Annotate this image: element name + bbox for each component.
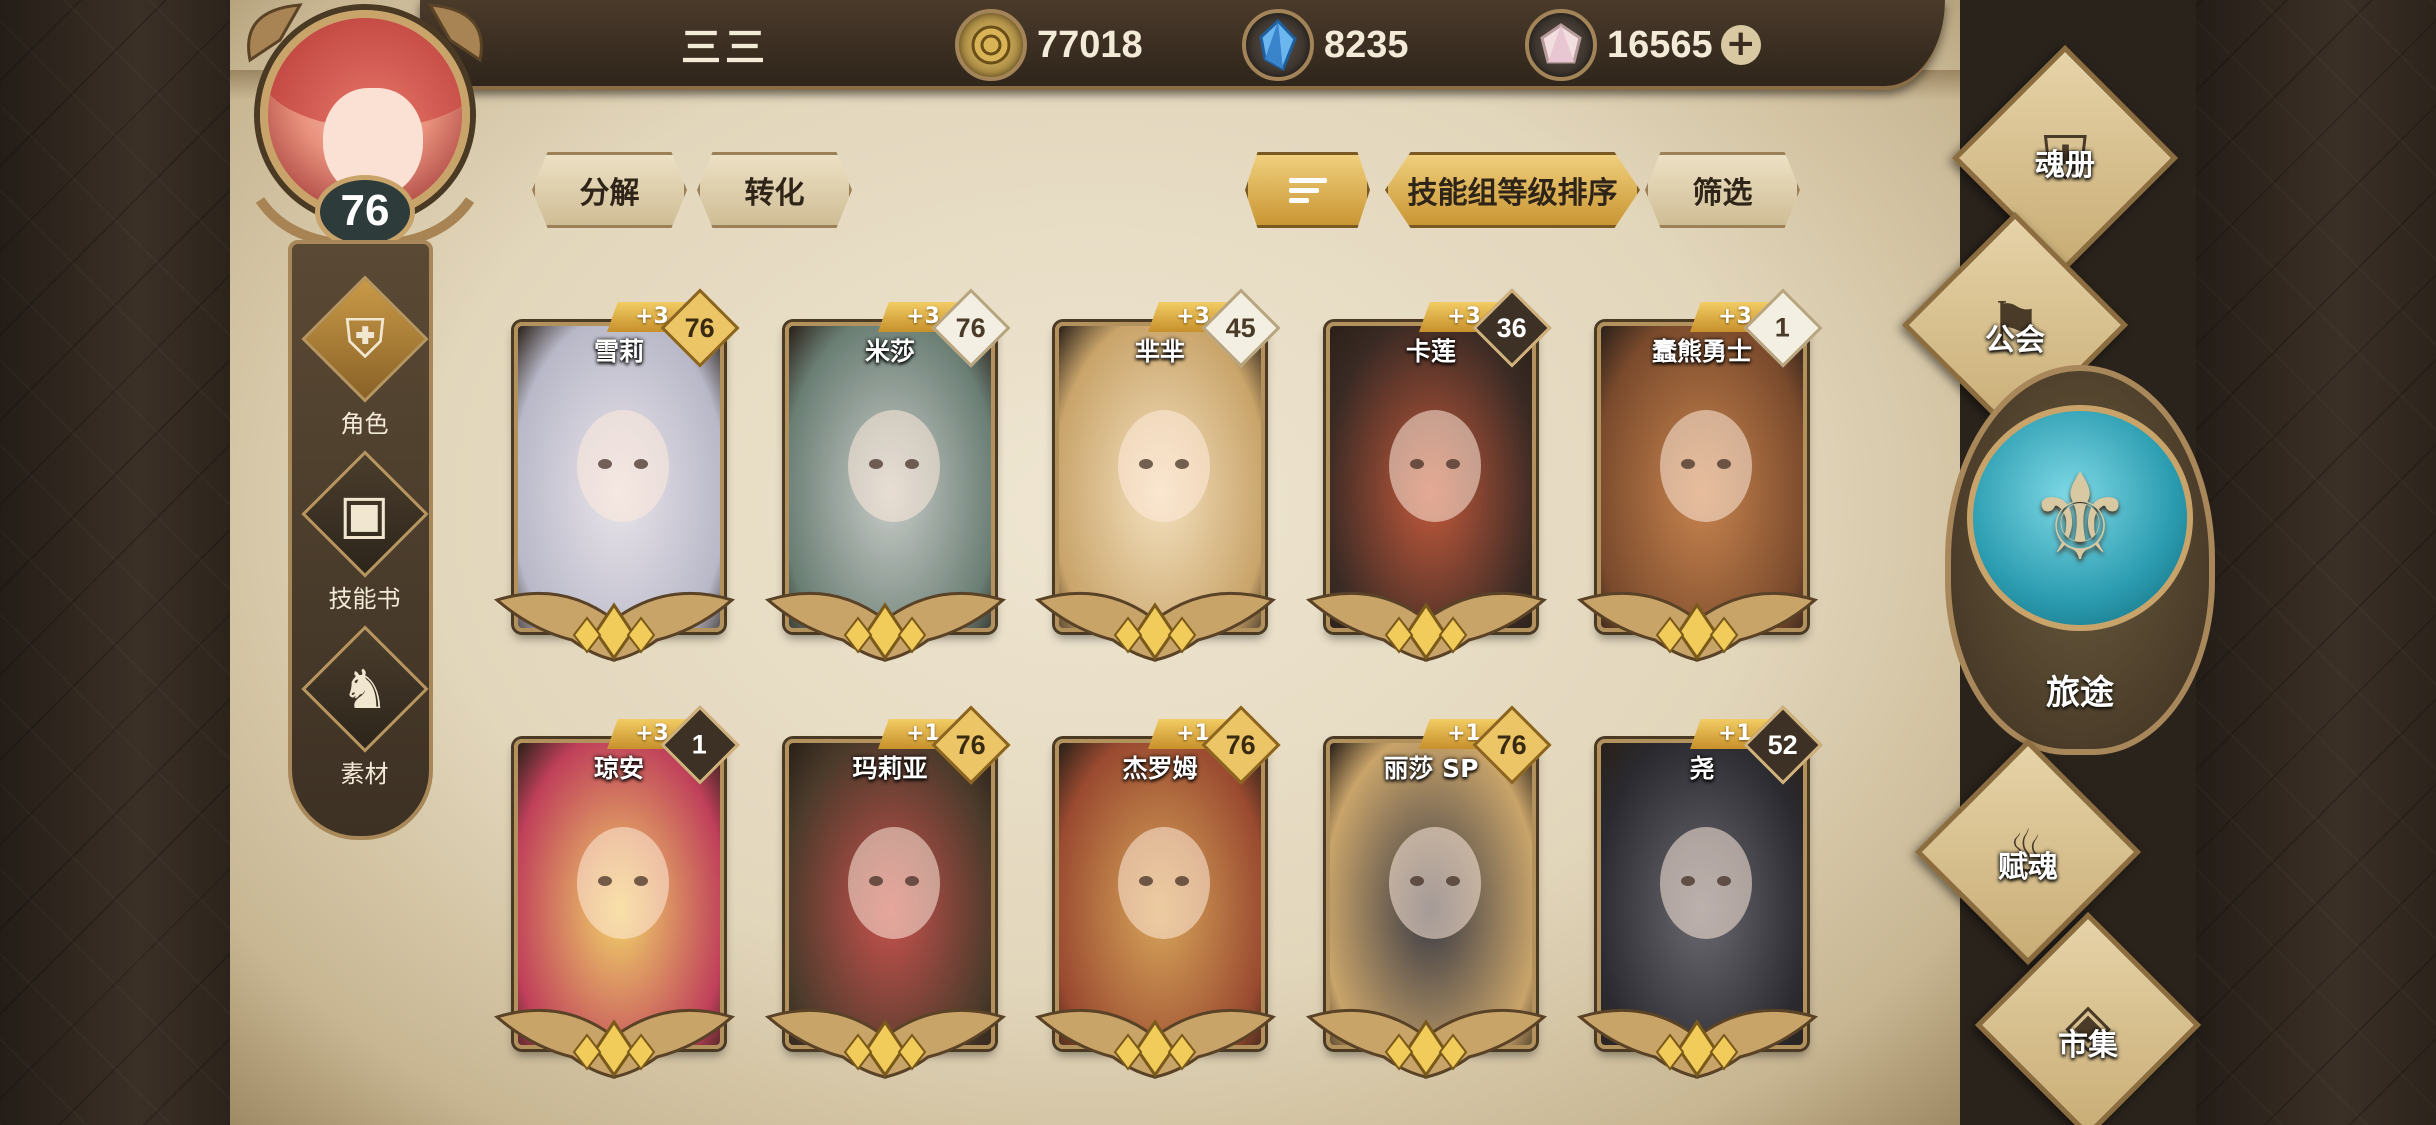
hero-level: 76: [1496, 729, 1528, 760]
nav-label-characters: 角色: [340, 410, 389, 438]
right-frame: [2196, 0, 2436, 1125]
hero-level: 45: [1225, 312, 1257, 343]
rank-wings-icon: [1576, 1008, 1819, 1079]
left-frame: [0, 0, 230, 1125]
market-label: 市集: [2058, 1028, 2118, 1063]
hero-card[interactable]: 尧 +1 52: [1576, 705, 1823, 1097]
rank-wings-icon: [1305, 1008, 1548, 1079]
add-gem-button[interactable]: +: [1720, 25, 1761, 65]
filter-button[interactable]: 筛选: [1645, 152, 1800, 228]
guild-label: 公会: [1985, 323, 2045, 358]
player-level-badge: 76: [315, 175, 415, 249]
sort-by-skill-level-button[interactable]: 技能组等级排序: [1385, 152, 1640, 228]
sort-toggle-button[interactable]: [1245, 152, 1370, 228]
journey-button[interactable]: ⚜ 旅途: [1945, 365, 2215, 755]
hero-level: 1: [1775, 312, 1791, 343]
blue-crystal-icon: [1242, 9, 1314, 81]
gold-amount: 77018: [1037, 23, 1143, 66]
decompose-button[interactable]: 分解: [532, 152, 687, 228]
hero-card[interactable]: 蠢熊勇士 +3 1: [1576, 288, 1823, 680]
beast-head-icon: ♞: [340, 657, 389, 721]
currency-gold[interactable]: 77018: [955, 9, 1143, 81]
hero-card[interactable]: 卡莲 +3 36: [1305, 288, 1552, 680]
nav-item-materials[interactable]: ♞ 素材: [292, 624, 437, 794]
rank-wings-icon: [1576, 591, 1819, 662]
rank-wings-icon: [493, 1008, 736, 1079]
hero-level: 76: [955, 729, 987, 760]
rank-wings-icon: [764, 1008, 1007, 1079]
rank-wings-icon: [493, 591, 736, 662]
player-name: 三三: [681, 25, 769, 71]
gem-amount: 16565: [1607, 23, 1713, 66]
gold-coin-icon: [955, 9, 1027, 81]
skill-book-icon: ▣: [338, 482, 391, 546]
rank-wings-icon: [1034, 591, 1277, 662]
helmet-icon: ⛨: [344, 307, 385, 370]
hero-card[interactable]: 杰罗姆 +1 76: [1034, 705, 1281, 1097]
top-bar: 三三 77018 8235 16565 +: [420, 0, 1945, 90]
nav-label-skill-books: 技能书: [328, 585, 401, 613]
nav-item-skill-books[interactable]: ▣ 技能书: [292, 449, 437, 619]
nav-label-materials: 素材: [340, 760, 389, 788]
currency-crystal[interactable]: 8235: [1242, 9, 1409, 81]
pink-gem-icon: [1525, 9, 1597, 81]
endow-soul-label: 赋魂: [1998, 850, 2058, 885]
hero-card[interactable]: 雪莉 +3 76: [493, 288, 740, 680]
hero-card[interactable]: 芈芈 +3 45: [1034, 288, 1281, 680]
hero-card[interactable]: 琼安 +3 1: [493, 705, 740, 1097]
convert-button[interactable]: 转化: [697, 152, 852, 228]
crystal-amount: 8235: [1324, 23, 1409, 66]
hero-level: 1: [692, 729, 708, 760]
hero-card[interactable]: 玛莉亚 +1 76: [764, 705, 1011, 1097]
trident-icon: ⚜: [1967, 405, 2193, 631]
rank-wings-icon: [1305, 591, 1548, 662]
hero-level: 76: [1225, 729, 1257, 760]
player-avatar-frame[interactable]: 76: [220, 0, 510, 250]
hero-level: 76: [955, 312, 987, 343]
market-button[interactable]: ◈ 市集: [1974, 911, 2202, 1125]
hero-card[interactable]: 米莎 +3 76: [764, 288, 1011, 680]
hero-card[interactable]: 丽莎 SP +1 76: [1305, 705, 1552, 1097]
left-nav: ⛨ 角色 ▣ 技能书 ♞ 素材: [288, 240, 433, 840]
hero-level: 76: [684, 312, 716, 343]
rank-wings-icon: [764, 591, 1007, 662]
sort-icon: [1288, 177, 1327, 203]
journey-label: 旅途: [2046, 673, 2114, 713]
nav-item-characters[interactable]: ⛨ 角色: [292, 274, 437, 444]
hero-level: 52: [1767, 729, 1799, 760]
currency-gem[interactable]: 16565 +: [1525, 9, 1761, 81]
hero-level: 36: [1496, 312, 1528, 343]
soul-book-label: 魂册: [2035, 148, 2095, 183]
rank-wings-icon: [1034, 1008, 1277, 1079]
